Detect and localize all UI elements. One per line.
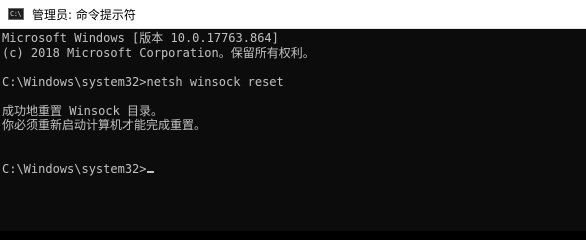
- window-title: 管理员: 命令提示符: [32, 7, 136, 22]
- title-bar[interactable]: C:\ 管理员: 命令提示符: [0, 0, 586, 29]
- cmd-icon-glyph: C:\: [10, 10, 22, 18]
- cmd-icon[interactable]: C:\: [8, 8, 24, 20]
- console-output[interactable]: Microsoft Windows [版本 10.0.17763.864] (c…: [0, 29, 586, 231]
- console-prompt-line[interactable]: C:\Windows\system32>: [2, 162, 586, 177]
- console-line-version: Microsoft Windows [版本 10.0.17763.864]: [2, 31, 279, 45]
- console-line-restart-notice: 你必须重新启动计算机才能完成重置。: [2, 118, 207, 132]
- console-line-copyright: (c) 2018 Microsoft Corporation。保留所有权利。: [2, 45, 315, 60]
- console-prompt: C:\Windows\system32>: [2, 161, 147, 176]
- text-cursor: [146, 170, 154, 173]
- console-line-command: C:\Windows\system32>netsh winsock reset: [2, 74, 284, 89]
- console-line-result: 成功地重置 Winsock 目录。: [2, 103, 164, 118]
- command-prompt-window: C:\ 管理员: 命令提示符 Microsoft Windows [版本 10.…: [0, 0, 586, 231]
